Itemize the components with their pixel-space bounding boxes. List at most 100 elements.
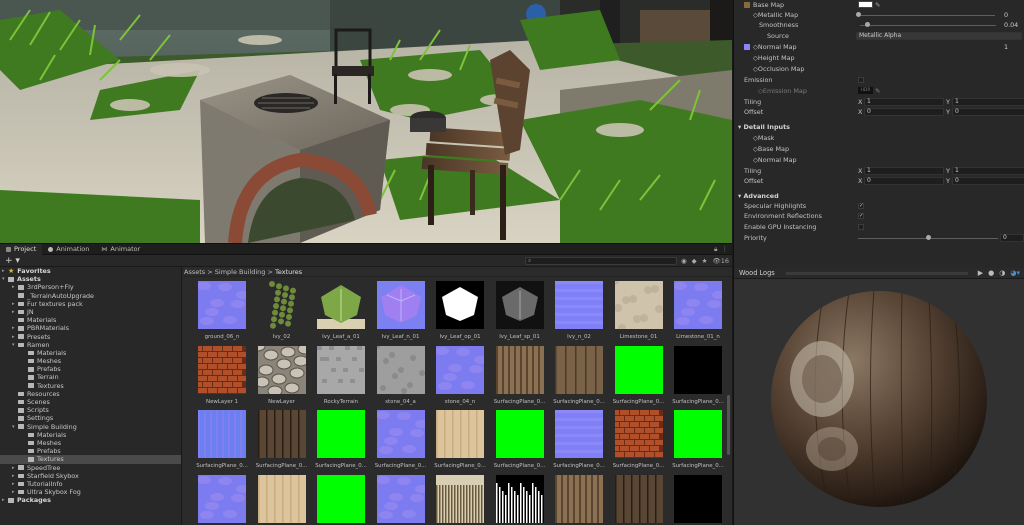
priority-slider-knob[interactable] bbox=[926, 235, 931, 240]
emission-color-swatch[interactable]: HDR bbox=[858, 87, 873, 94]
asset-tile[interactable]: SurfacingPlane_0... bbox=[370, 410, 428, 474]
offset-x-field[interactable]: 0 bbox=[864, 108, 944, 116]
asset-tile[interactable]: SurfacingPlane_0... bbox=[608, 345, 666, 410]
tree-section-favorites[interactable]: ▸ ★ Favorites bbox=[0, 267, 181, 275]
tree-folder-item[interactable]: Meshes bbox=[0, 357, 181, 365]
asset-tile[interactable]: SurfacingPlane_0... bbox=[251, 410, 309, 474]
asset-tile[interactable]: SurfacingPlane_0... bbox=[429, 410, 487, 474]
metallic-slider[interactable] bbox=[861, 14, 995, 16]
sphere-icon[interactable]: ● bbox=[988, 268, 994, 279]
offset-y-field[interactable]: 0 bbox=[952, 108, 1024, 116]
tree-folder-item[interactable]: Scripts bbox=[0, 406, 181, 414]
priority-value[interactable]: 0 bbox=[1000, 234, 1024, 242]
asset-tile[interactable]: ground_06_n bbox=[191, 281, 249, 345]
normal-map-slot[interactable] bbox=[744, 44, 750, 50]
preview-drag-bar[interactable] bbox=[786, 272, 968, 275]
tree-folder-item[interactable]: Meshes bbox=[0, 439, 181, 447]
asset-tile[interactable]: Ivy_Leaf_op_01 bbox=[429, 281, 487, 345]
light-icon[interactable]: ◑ bbox=[999, 268, 1005, 279]
tree-folder-item[interactable]: Textures bbox=[0, 455, 181, 464]
source-dropdown[interactable]: Metallic Alpha bbox=[856, 32, 1022, 40]
base-map-slot[interactable] bbox=[744, 2, 750, 8]
tree-folder-item[interactable]: Scenes bbox=[0, 398, 181, 406]
tab-project[interactable]: Project bbox=[0, 243, 43, 255]
detail-offset-x-field[interactable]: 0 bbox=[864, 177, 944, 185]
tree-folder-item[interactable]: Prefabs bbox=[0, 365, 181, 373]
tree-folder-item[interactable]: Resources bbox=[0, 390, 181, 398]
asset-tile[interactable]: Ivy_Leaf_n_01 bbox=[370, 281, 428, 345]
asset-tile[interactable]: NewLayer bbox=[251, 345, 309, 410]
asset-tile[interactable]: Ivy_Leaf_sp_01 bbox=[489, 281, 547, 345]
tree-folder-item[interactable]: Settings bbox=[0, 414, 181, 422]
tree-folder-item[interactable]: Prefabs bbox=[0, 447, 181, 455]
asset-tile[interactable]: Tree_Wood_1_01 bbox=[548, 474, 606, 525]
tree-section-packages[interactable]: ▸ Packages bbox=[0, 496, 181, 504]
grid-scrollbar[interactable] bbox=[727, 395, 730, 455]
tree-folder-item[interactable]: ▾ Ramen bbox=[0, 341, 181, 349]
preview-sphere[interactable] bbox=[734, 279, 1024, 525]
asset-tile[interactable]: SurfacingPlane_0... bbox=[310, 474, 368, 525]
asset-tile[interactable]: Ivy_02 bbox=[251, 281, 309, 345]
asset-tile[interactable]: Wall_Stone_01_n bbox=[667, 474, 725, 525]
breadcrumb-item[interactable]: Assets bbox=[184, 268, 205, 276]
asset-tile[interactable]: Limestone_01_n bbox=[667, 281, 725, 345]
tree-section-assets[interactable]: ▾ Assets bbox=[0, 275, 181, 283]
tree-folder-item[interactable]: ▸ PBRMaterials bbox=[0, 324, 181, 332]
asset-tile[interactable]: stone_04_a bbox=[370, 345, 428, 410]
asset-tile[interactable]: Thatch_01 bbox=[429, 474, 487, 525]
tree-folder-item[interactable]: ▾ Simple Building bbox=[0, 423, 181, 431]
eyedropper-icon[interactable]: ✎ bbox=[875, 86, 880, 96]
asset-tile[interactable]: Ivy_Leaf_a_01 bbox=[310, 281, 368, 345]
specular-checkbox[interactable]: ✓ bbox=[858, 203, 864, 209]
asset-tile[interactable]: RockyTerrain bbox=[310, 345, 368, 410]
tag-icon[interactable]: ◆ bbox=[692, 257, 697, 265]
asset-tile[interactable]: SurfacingPlane_0... bbox=[489, 410, 547, 474]
metallic-value[interactable]: 0 bbox=[1004, 10, 1008, 20]
asset-tile[interactable]: SurfacingPlane_0... bbox=[667, 345, 725, 410]
tree-folder-item[interactable]: ▸ Presets bbox=[0, 333, 181, 341]
tree-folder-item[interactable]: ▸ Ultra Skybox Fog bbox=[0, 488, 181, 496]
search-input[interactable]: ⌕ bbox=[524, 256, 677, 265]
tiling-x-field[interactable]: 1 bbox=[864, 98, 944, 106]
play-icon[interactable]: ▶ bbox=[978, 268, 983, 279]
asset-tile[interactable]: SurfacingPlane_0... bbox=[310, 410, 368, 474]
asset-tile[interactable]: SurfacingPlane_0... bbox=[370, 474, 428, 525]
tiling-y-field[interactable]: 1 bbox=[952, 98, 1024, 106]
globe-icon[interactable]: ◕▾ bbox=[1010, 268, 1020, 279]
lock-icon[interactable]: 🔒︎ bbox=[714, 245, 717, 254]
asset-tile[interactable]: Thatch_01_op bbox=[489, 474, 547, 525]
tree-folder-item[interactable]: Materials bbox=[0, 316, 181, 324]
detail-tiling-y-field[interactable]: 1 bbox=[952, 167, 1024, 175]
asset-tile[interactable]: NewLayer 1 bbox=[191, 345, 249, 410]
asset-tile[interactable]: SurfacingPlane_0... bbox=[667, 410, 725, 474]
advanced-header[interactable]: ▾ Advanced bbox=[734, 191, 1024, 201]
asset-tile[interactable]: stone_04_n bbox=[429, 345, 487, 410]
asset-tile[interactable]: SurfacingPlane_0... bbox=[489, 345, 547, 410]
asset-tile[interactable]: SurfacingPlane_0... bbox=[548, 345, 606, 410]
tree-folder-item[interactable]: _TerrainAutoUpgrade bbox=[0, 292, 181, 300]
tree-folder-item[interactable]: Materials bbox=[0, 431, 181, 439]
asset-tile[interactable]: SurfacingPlane_0... bbox=[548, 410, 606, 474]
asset-tile[interactable]: SurfacingPlane_0... bbox=[191, 474, 249, 525]
eyedropper-icon[interactable]: ✎ bbox=[875, 0, 880, 10]
detail-tiling-x-field[interactable]: 1 bbox=[864, 167, 944, 175]
asset-tile[interactable]: Wall_Stone_01_d bbox=[608, 474, 666, 525]
tree-folder-item[interactable]: ▸ 3rdPerson+Fly bbox=[0, 283, 181, 291]
emission-checkbox[interactable] bbox=[858, 77, 864, 83]
scene-view[interactable] bbox=[0, 0, 732, 243]
tree-folder-item[interactable]: ▸ JN bbox=[0, 308, 181, 316]
eye-icon[interactable]: ◉ bbox=[681, 257, 687, 265]
smoothness-slider-knob[interactable] bbox=[865, 22, 871, 27]
detail-offset-y-field[interactable]: 0 bbox=[952, 177, 1024, 185]
tree-folder-item[interactable]: ▸ TutorialInfo bbox=[0, 480, 181, 488]
reflections-checkbox[interactable]: ✓ bbox=[858, 213, 864, 219]
tree-folder-item[interactable]: ▸ SpeedTree bbox=[0, 464, 181, 472]
asset-tile[interactable]: SurfacingPlane_0... bbox=[608, 410, 666, 474]
detail-inputs-header[interactable]: ▾ Detail Inputs bbox=[734, 122, 1024, 132]
breadcrumb-item[interactable]: Simple Building bbox=[215, 268, 266, 276]
asset-tile[interactable]: Limestone_01 bbox=[608, 281, 666, 345]
asset-tile[interactable]: Ivy_n_02 bbox=[548, 281, 606, 345]
tree-folder-item[interactable]: Materials bbox=[0, 349, 181, 357]
smoothness-value[interactable]: 0.04 bbox=[1004, 20, 1018, 30]
tree-folder-item[interactable]: ▸ Starfield Skybox bbox=[0, 472, 181, 480]
